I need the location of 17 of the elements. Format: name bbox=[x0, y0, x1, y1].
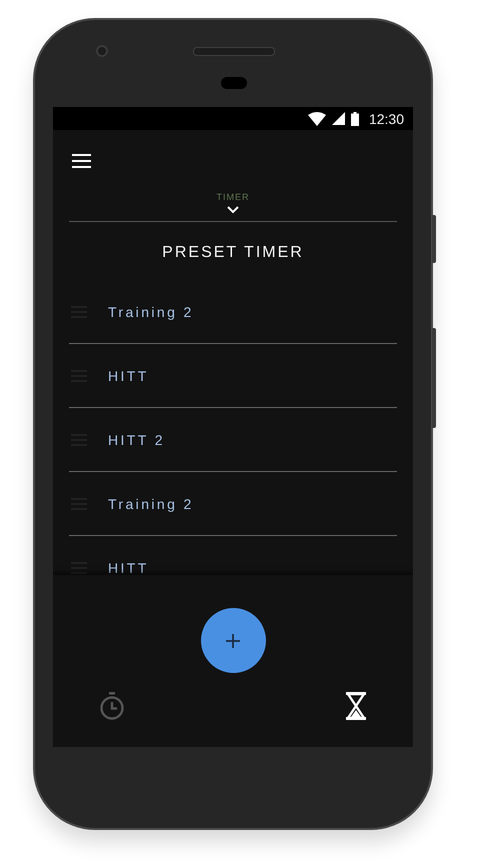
drag-handle-icon[interactable] bbox=[71, 562, 87, 574]
preset-name[interactable]: HITT bbox=[108, 560, 149, 575]
preset-name[interactable]: Training 2 bbox=[108, 304, 194, 320]
preset-name[interactable]: Training 2 bbox=[108, 496, 194, 512]
preset-name[interactable]: HITT bbox=[108, 368, 149, 384]
camera-lens bbox=[96, 45, 108, 57]
wifi-icon bbox=[308, 112, 326, 126]
menu-icon[interactable] bbox=[72, 154, 91, 168]
section-label: TIMER bbox=[216, 192, 250, 202]
chevron-down-icon[interactable] bbox=[227, 206, 239, 214]
screen-title: PRESET TIMER bbox=[161, 244, 305, 262]
status-time: 12:30 bbox=[368, 110, 404, 126]
preset-name[interactable]: HITT 2 bbox=[108, 432, 165, 448]
battery-icon bbox=[350, 112, 359, 126]
plus-icon bbox=[226, 634, 240, 648]
sensor bbox=[221, 77, 247, 89]
signal-icon bbox=[332, 112, 345, 125]
